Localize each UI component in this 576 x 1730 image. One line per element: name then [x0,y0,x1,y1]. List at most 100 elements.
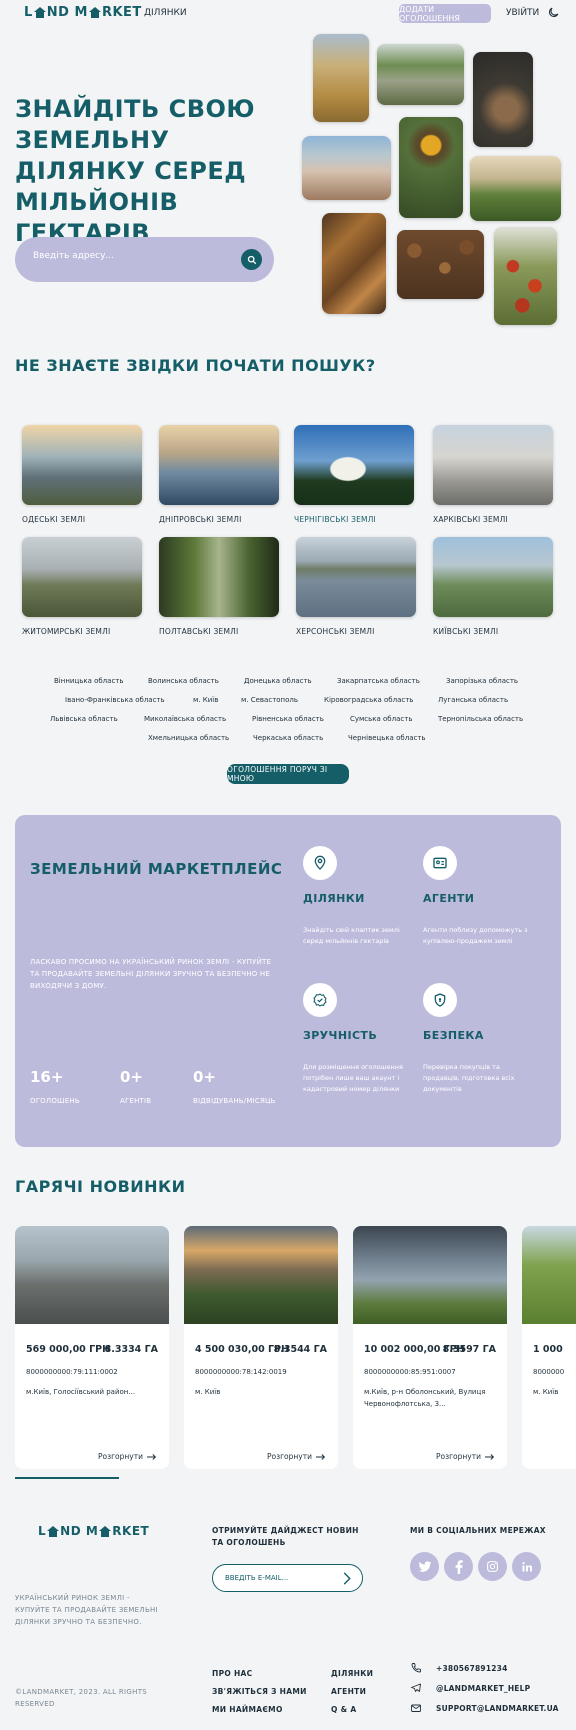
instagram-icon[interactable] [478,1552,507,1581]
house-icon [47,1525,60,1537]
contact-email[interactable]: SUPPORT@LANDMARKET.UA [436,1704,559,1713]
nearby-listings-button[interactable]: ОГОЛОШЕННЯ ПОРУЧ ЗІ МНОЮ [227,764,349,784]
listing-card[interactable]: 10 002 000,00 ГРН 8.3597 ГА 8000000000:8… [353,1226,507,1469]
house-icon [33,7,46,18]
listing-address: м.Київ, р-н Оболонський, Вулиця Червоноф… [364,1388,486,1408]
nav-plots-link[interactable]: ДІЛЯНКИ [144,8,187,18]
region-card-chernihiv[interactable]: ЧЕРНІГІВСЬКІ ЗЕМЛІ [294,425,414,524]
region-card-poltava[interactable]: ПОЛТАВСЬКІ ЗЕМЛІ [159,537,279,636]
expand-label: Розгорнути [98,1452,143,1461]
expand-label: Розгорнути [267,1452,312,1461]
oblast-link[interactable]: Чернівецька область [348,734,426,742]
oblast-link[interactable]: Хмельницька область [148,734,229,742]
location-pin-icon [303,846,337,880]
oblast-link[interactable]: Запорізька область [446,677,518,685]
house-icon [99,1525,112,1537]
stat-visits-value: 0+ [193,1068,217,1086]
oblast-link[interactable]: Донецька область [244,677,312,685]
potatoes-photo [397,230,484,299]
oblast-link[interactable]: м. Севастополь [241,696,298,704]
region-card-zhytomyr[interactable]: ЖИТОМИРСЬКІ ЗЕМЛІ [22,537,142,636]
oblast-link[interactable]: м. Київ [193,696,218,704]
expand-link[interactable]: Розгорнути [98,1452,157,1461]
id-card-icon [423,846,457,880]
site-logo[interactable]: L ND M RKET [24,5,142,20]
stat-listings-label: ОГОЛОШЕНЬ [30,1097,80,1105]
listing-area: 8.3544 ГА [273,1344,327,1355]
feature-plots-desc: Знайдіть свій клаптик землі серед мільйо… [303,926,400,945]
expand-link[interactable]: Розгорнути [267,1452,326,1461]
login-link[interactable]: УВІЙТИ [506,8,539,18]
email-icon [411,1704,421,1712]
oblast-link[interactable]: Луганська область [438,696,508,704]
poppy-field-photo [494,227,557,325]
region-photo [296,537,416,617]
newsletter-email-input[interactable] [225,1574,335,1582]
house-icon [88,7,101,18]
green-field-sunset-photo [470,156,561,221]
oblast-link[interactable]: Тернопільська область [438,715,523,723]
search-icon [247,255,256,264]
stat-agents-label: АГЕНТІВ [120,1097,152,1105]
footer-link-about[interactable]: ПРО НАС [212,1669,252,1678]
oblast-link[interactable]: Львівська область [50,715,118,723]
feature-agents-title: АГЕНТИ [423,892,475,905]
listing-cadastre: 8000000 [533,1368,565,1376]
region-photo [433,537,553,617]
expand-label: Розгорнути [436,1452,481,1461]
oblast-link[interactable]: Рівненська область [252,715,324,723]
shield-icon [423,983,457,1017]
twitter-icon[interactable] [410,1552,439,1581]
expand-link[interactable]: Розгорнути [436,1452,495,1461]
footer-link-contact[interactable]: ЗВ'ЯЖІТЬСЯ З НАМИ [212,1687,307,1696]
linkedin-icon[interactable] [512,1552,541,1581]
listing-price: 569 000,00 ГРН [26,1344,111,1355]
feature-security-desc: Перевірка покупців та продавців, підгото… [423,1063,515,1093]
oblast-link[interactable]: Черкаська область [253,734,323,742]
region-card-odesa[interactable]: ОДЕСЬКІ ЗЕМЛІ [22,425,142,524]
contact-phone[interactable]: +380567891234 [436,1664,508,1673]
footer-link-plots[interactable]: ДІЛЯНКИ [331,1669,373,1678]
address-search-input[interactable] [33,251,233,261]
copyright: ©LANDMARKET, 2023. ALL RIGHTS RESERVED [15,1688,148,1708]
newsletter-form [212,1564,363,1592]
oblast-link[interactable]: Миколаївська область [144,715,226,723]
oblast-link[interactable]: Волинська область [148,677,219,685]
region-label: ЧЕРНІГІВСЬКІ ЗЕМЛІ [294,515,376,524]
oblast-link[interactable]: Кіровоградська область [324,696,413,704]
oblast-link[interactable]: Закарпатська область [337,677,420,685]
contact-telegram[interactable]: @LANDMARKET_HELP [436,1684,530,1693]
region-photo [433,425,553,505]
region-card-kharkiv[interactable]: ХАРКІВСЬКІ ЗЕМЛІ [433,425,553,524]
chevron-right-icon[interactable] [342,1572,352,1585]
listing-card[interactable]: 569 000,00 ГРН 8.3334 ГА 8000000000:79:1… [15,1226,169,1469]
region-card-kyiv[interactable]: КИЇВСЬКІ ЗЕМЛІ [433,537,553,636]
feature-convenience-desc: Для розміщення оголошення потрібен лише … [303,1063,403,1093]
footer-link-faq[interactable]: Q & A [331,1705,356,1714]
oblast-link[interactable]: Івано-Франківська область [65,696,165,704]
carousel-scrollbar[interactable] [15,1477,119,1479]
region-card-kherson[interactable]: ХЕРСОНСЬКІ ЗЕМЛІ [296,537,416,636]
listing-card[interactable]: 1 000 8000000 м. Київ [522,1226,576,1469]
footer-link-agents[interactable]: АГЕНТИ [331,1687,366,1696]
region-label: ДНІПРОВСЬКІ ЗЕМЛІ [159,515,242,524]
facebook-icon[interactable] [444,1552,473,1581]
region-label: ХАРКІВСЬКІ ЗЕМЛІ [433,515,508,524]
region-label: ОДЕСЬКІ ЗЕМЛІ [22,515,86,524]
region-label: КИЇВСЬКІ ЗЕМЛІ [433,627,499,636]
digest-title: ОТРИМУЙТЕ ДАЙДЖЕСТ НОВИН ТА ОГОЛОШЕНЬ [212,1526,359,1547]
oblast-link[interactable]: Сумська область [350,715,412,723]
wheat-field-photo [313,34,369,122]
listing-photo [353,1226,507,1324]
listing-price: 1 000 [533,1344,563,1355]
sunflower-photo [399,117,463,218]
moon-icon[interactable] [547,6,560,19]
footer-logo[interactable]: L ND M RKET [38,1524,149,1538]
search-button[interactable] [241,249,262,270]
add-listing-button[interactable]: ДОДАТИ ОГОЛОШЕННЯ [399,4,491,23]
listing-card[interactable]: 4 500 030,00 ГРН 8.3544 ГА 8000000000:78… [184,1226,338,1469]
oblast-link[interactable]: Вінницька область [54,677,124,685]
region-photo [294,425,414,505]
region-card-dnipro[interactable]: ДНІПРОВСЬКІ ЗЕМЛІ [159,425,279,524]
footer-link-careers[interactable]: МИ НАЙМАЄМО [212,1705,283,1714]
